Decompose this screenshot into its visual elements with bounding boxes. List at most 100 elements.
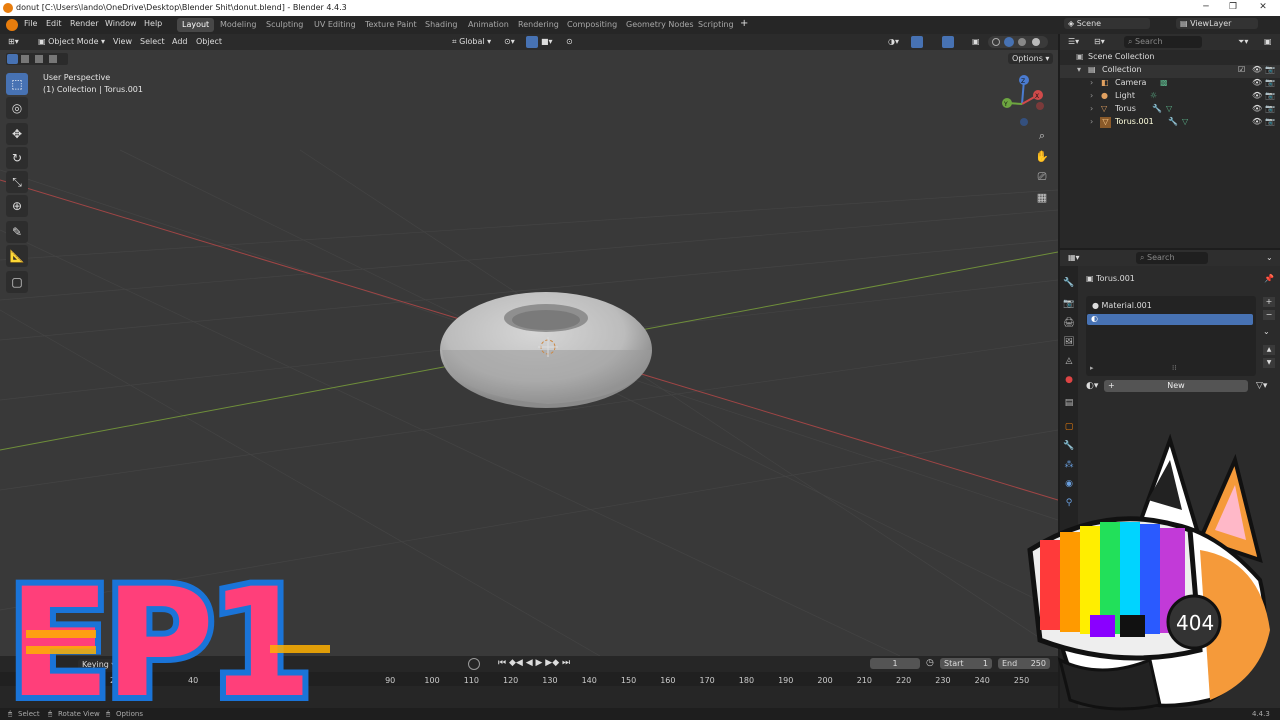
jump-start-icon[interactable]: ⏮ [498,658,506,668]
wireframe-shading-icon[interactable] [992,38,1000,46]
transform-orientation[interactable]: ⌗ Global ▾ [448,36,496,48]
tab-modeling[interactable]: Modeling [215,18,261,32]
menu-object[interactable]: Object [196,37,222,46]
properties-editor-icon[interactable]: ▦▾ [1068,253,1080,262]
chevron-down-icon[interactable]: ⌄ [1266,253,1273,262]
scene-tab-icon[interactable]: ◬ [1063,356,1075,368]
close-icon[interactable]: ✕ [1255,2,1271,14]
new-collection-icon[interactable]: ▣ [1264,37,1272,46]
add-workspace-icon[interactable]: + [740,18,748,29]
rendered-shading-icon[interactable] [1032,38,1040,46]
annotate-tool-icon[interactable]: ✎ [6,221,28,243]
snap-target-icon[interactable]: ■▾ [541,37,553,46]
donut-mesh[interactable] [440,292,652,408]
zoom-icon[interactable]: ⌕ [1033,127,1051,145]
tool-tab-icon[interactable]: 🔧 [1063,278,1075,290]
chevron-right-icon[interactable]: › [1090,78,1093,87]
render-camera-icon[interactable]: 📷 [1265,65,1275,74]
current-frame-field[interactable]: 1 [870,658,920,669]
chevron-down-icon[interactable]: ▾ [1077,65,1081,74]
pivot-icon[interactable]: ⊙▾ [504,37,515,46]
outliner-row-collection[interactable]: ▾ ▤ Collection ☑ 👁 📷 [1060,65,1280,78]
render-camera-icon[interactable]: 📷 [1265,78,1275,87]
move-slot-up-icon[interactable]: ▲ [1263,345,1275,355]
play-reverse-icon[interactable]: ◀ [526,658,533,668]
render-camera-icon[interactable]: 📷 [1265,104,1275,113]
move-tool-icon[interactable]: ✥ [6,123,28,145]
cursor-tool-icon[interactable]: ◎ [6,97,28,119]
menu-help[interactable]: Help [144,19,162,28]
play-icon[interactable]: ▶ [536,658,543,668]
tab-layout[interactable]: Layout [177,18,215,32]
material-slot-row[interactable]: ● Material.001 [1092,301,1152,310]
rotate-tool-icon[interactable]: ↻ [6,147,28,169]
chevron-right-icon[interactable]: › [1090,91,1093,100]
measure-tool-icon[interactable]: 📐 [6,245,28,267]
eye-icon[interactable]: 👁 [1252,117,1262,126]
menu-select[interactable]: Select [140,37,165,46]
filter-icon[interactable]: ⏷▾ [1238,37,1248,47]
visibility-icon[interactable]: ◑▾ [888,37,899,46]
add-cube-tool-icon[interactable]: ▢ [6,271,28,293]
snap-icon[interactable] [526,36,538,48]
add-slot-icon[interactable]: + [1263,297,1275,307]
options-button[interactable]: Options ▾ [1008,53,1054,64]
resize-handle-icon[interactable]: ⁞⁞ [1172,364,1176,372]
jump-end-icon[interactable]: ⏭ [562,658,570,668]
outliner-search-input[interactable]: ⌕ Search [1124,36,1202,48]
outliner-row-torus-001[interactable]: › ▽ Torus.001 🔧 ▽ 👁 📷 [1060,117,1280,130]
gizmo-toggle-icon[interactable] [911,36,923,48]
tab-scripting[interactable]: Scripting [693,18,739,32]
menu-add[interactable]: Add [172,37,188,46]
chevron-right-icon[interactable]: › [1090,104,1093,113]
proportional-edit-icon[interactable]: ⊙ [566,37,573,46]
menu-view[interactable]: View [113,37,132,46]
minimize-icon[interactable]: ─ [1198,2,1214,14]
exclude-checkbox-icon[interactable]: ☑ [1238,65,1245,74]
xray-icon[interactable]: ▣ [972,37,980,46]
eye-icon[interactable]: 👁 [1252,91,1262,100]
new-material-button[interactable]: + New [1104,380,1248,392]
browse-material-icon[interactable]: ◐▾ [1086,381,1098,391]
outliner-editor-icon[interactable]: ☰▾ [1068,37,1079,46]
transform-tool-icon[interactable]: ⊕ [6,195,28,217]
navigation-gizmo[interactable]: Z X Y [1002,75,1044,126]
start-frame-field[interactable]: Start 1 [940,658,992,669]
remove-slot-icon[interactable]: − [1263,310,1275,320]
scale-tool-icon[interactable]: ⤡ [6,171,28,193]
ortho-grid-icon[interactable]: ▦ [1033,189,1051,207]
material-shading-icon[interactable] [1018,38,1026,46]
pin-icon[interactable]: 📌 [1264,274,1274,283]
world-tab-icon[interactable]: ● [1063,375,1075,387]
prev-keyframe-icon[interactable]: ◆◀ [509,658,523,668]
expand-icon[interactable]: ▸ [1090,364,1094,372]
view-layer-tab-icon[interactable]: 🖼 [1063,337,1075,349]
record-icon[interactable] [468,658,480,670]
tab-uv-editing[interactable]: UV Editing [309,18,361,32]
clock-icon[interactable]: ◷ [926,658,934,668]
slot-menu-icon[interactable]: ⌄ [1263,327,1270,336]
tab-sculpting[interactable]: Sculpting [261,18,308,32]
viewlayer-selector[interactable]: ▤ ViewLayer [1176,18,1258,29]
outliner-row-scene-collection[interactable]: ▣ Scene Collection [1060,52,1280,65]
tab-compositing[interactable]: Compositing [562,18,622,32]
blender-menu-icon[interactable] [6,19,18,31]
material-slot-empty-selected[interactable]: ◐ [1087,314,1253,325]
outliner-row-light[interactable]: › ● Light ☼ 👁 📷 [1060,91,1280,104]
tab-animation[interactable]: Animation [463,18,514,32]
menu-file[interactable]: File [24,19,37,28]
tab-geometry-nodes[interactable]: Geometry Nodes [621,18,698,32]
outliner-row-torus[interactable]: › ▽ Torus 🔧 ▽ 👁 📷 [1060,104,1280,117]
next-keyframe-icon[interactable]: ▶◆ [545,658,559,668]
tab-rendering[interactable]: Rendering [513,18,564,32]
move-slot-down-icon[interactable]: ▼ [1263,358,1275,368]
eye-icon[interactable]: 👁 [1252,65,1262,74]
select-subtract-icon[interactable] [35,55,43,63]
menu-edit[interactable]: Edit [46,19,62,28]
menu-window[interactable]: Window [105,19,137,28]
menu-render[interactable]: Render [70,19,98,28]
output-tab-icon[interactable]: 🖨 [1063,318,1075,330]
render-tab-icon[interactable]: 📷 [1063,299,1075,311]
eye-icon[interactable]: 👁 [1252,78,1262,87]
properties-search-input[interactable]: ⌕ Search [1136,252,1208,264]
